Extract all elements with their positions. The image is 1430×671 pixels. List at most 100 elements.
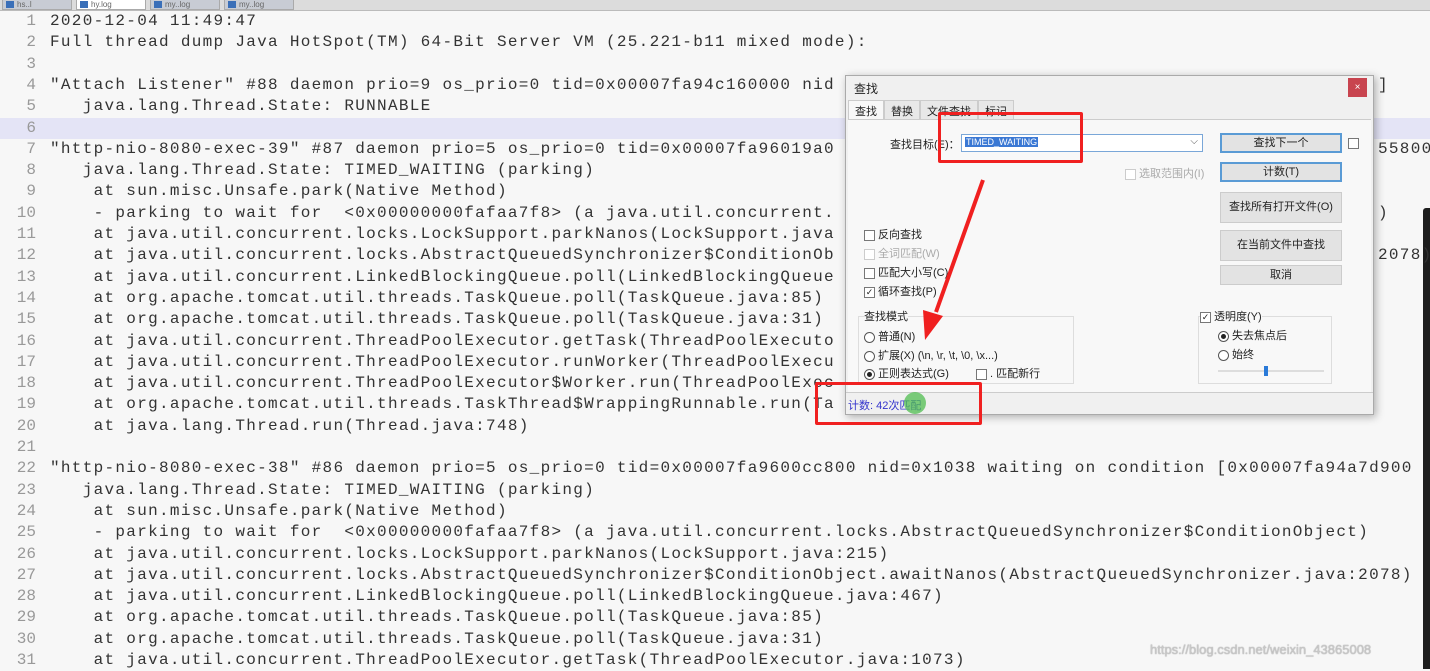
tab-find-in-files[interactable]: 文件查找 [920,100,978,121]
code-line: 3 [0,54,1430,75]
line-text: at java.util.concurrent.locks.AbstractQu… [50,565,1413,584]
line-number: 14 [16,288,36,307]
file-tab[interactable]: hs..l [2,0,72,10]
line-number: 13 [16,267,36,286]
line-number: 18 [16,374,36,393]
line-text: - parking to wait for <0x00000000fafaa7f… [50,203,835,222]
line-text: at java.util.concurrent.ThreadPoolExecut… [50,352,835,371]
line-number: 31 [16,651,36,669]
file-tab[interactable]: my..log [150,0,220,10]
find-label: 查找目标(E)： [890,139,960,151]
find-in-current-file-button[interactable]: 在当前文件中查找 [1220,230,1342,261]
status-bar: 计数: 42次匹配 [846,392,1373,414]
reverse-option[interactable]: 反向查找 [864,226,922,242]
line-number: 8 [26,161,36,180]
code-line: 24 at sun.misc.Unsafe.park(Native Method… [0,501,1430,522]
line-number: 1 [26,12,36,30]
reverse-label: 反向查找 [878,229,922,241]
line-text: at java.util.concurrent.LinkedBlockingQu… [50,587,944,606]
line-text: Full thread dump Java HotSpot(TM) 64-Bit… [50,33,868,52]
line-text: at java.util.concurrent.locks.LockSuppor… [50,225,835,243]
code-line: 29 at org.apache.tomcat.util.threads.Tas… [0,607,1430,628]
mode-regex-label: 正则表达式(G) [878,368,949,380]
whole-word-label: 全词匹配(W) [878,248,940,260]
always-label: 始终 [1232,349,1254,361]
transparency-on-blur[interactable]: 失去焦点后 [1218,327,1287,343]
whole-word-option[interactable]: 全词匹配(W) [864,245,940,261]
watermark: https://blog.csdn.net/weixin_43865008 [1150,642,1372,657]
code-line: 1 2020-12-04 11:49:47 [0,11,1430,32]
close-icon[interactable]: × [1348,78,1367,97]
line-number: 26 [16,544,36,563]
line-number: 30 [16,629,36,648]
find-input[interactable]: TIMED_WAITING ⌵ [961,134,1203,152]
line-number: 11 [16,225,36,243]
line-number: 17 [16,352,36,371]
code-line: 25 - parking to wait for <0x00000000fafa… [0,522,1430,543]
transparency-slider[interactable] [1218,366,1324,376]
line-text-fragment: 2078) [1378,246,1430,265]
tab-mark[interactable]: 标记 [978,100,1014,121]
code-line: 28 at java.util.concurrent.LinkedBlockin… [0,586,1430,607]
chevron-down-icon[interactable]: ⌵ [1190,136,1198,147]
transparency-label: 透明度(Y) [1214,311,1262,323]
transparency-option[interactable]: ✓ 透明度(Y) [1200,308,1262,324]
line-number: 10 [16,203,36,222]
line-number: 20 [16,416,36,435]
match-case-label: 匹配大小写(C) [878,267,949,279]
in-selection-option[interactable]: 选取范围内(I) [1125,165,1204,181]
line-number: 9 [26,182,36,201]
in-selection-label: 选取范围内(I) [1139,168,1205,180]
line-number: 24 [16,501,36,520]
line-text: "http-nio-8080-exec-38" #86 daemon prio=… [50,459,1413,478]
line-text-fragment: 55800 [1378,139,1430,158]
line-text: at java.util.concurrent.ThreadPoolExecut… [50,651,966,669]
overlay-strip [1423,208,1430,669]
line-number: 5 [26,97,36,116]
line-number: 23 [16,480,36,499]
wrap-label: 循环查找(P) [878,286,937,298]
line-number: 22 [16,459,36,478]
code-line: 23 java.lang.Thread.State: TIMED_WAITING… [0,480,1430,501]
file-tab[interactable]: my..log [224,0,294,10]
mode-extended[interactable]: 扩展(X) (\n, \r, \t, \0, \x...) [864,347,998,363]
code-line: 27 at java.util.concurrent.locks.Abstrac… [0,565,1430,586]
line-number: 4 [26,75,36,94]
find-dialog: 查找 × 查找 替换 文件查找 标记 查找目标(E)： TIMED_WAITIN… [845,75,1374,415]
find-all-open-files-button[interactable]: 查找所有打开文件(O) [1220,192,1342,223]
mode-normal[interactable]: 普通(N) [864,328,915,344]
line-text: at sun.misc.Unsafe.park(Native Method) [50,501,508,520]
line-text: at org.apache.tomcat.util.threads.TaskQu… [50,288,825,307]
tab-find[interactable]: 查找 [848,100,884,121]
line-text: java.lang.Thread.State: TIMED_WAITING (p… [50,480,596,499]
cancel-button[interactable]: 取消 [1220,265,1342,285]
search-mode-title: 查找模式 [864,308,908,324]
line-text: at org.apache.tomcat.util.threads.TaskQu… [50,629,825,648]
line-number: 19 [16,395,36,414]
dot-newline-option[interactable]: . 匹配新行 [976,365,1040,381]
code-line: 20 at java.lang.Thread.run(Thread.java:7… [0,416,1430,437]
find-value: TIMED_WAITING [965,137,1039,147]
find-next-checkbox[interactable] [1348,138,1359,149]
wrap-option[interactable]: ✓ 循环查找(P) [864,283,937,299]
line-number: 3 [26,54,36,73]
tab-replace[interactable]: 替换 [884,100,920,121]
line-text: at java.util.concurrent.ThreadPoolExecut… [50,374,835,393]
line-text: at java.util.concurrent.LinkedBlockingQu… [50,267,835,286]
file-tab[interactable]: hy.log [76,0,146,10]
on-blur-label: 失去焦点后 [1232,330,1287,342]
count-button[interactable]: 计数(T) [1220,162,1342,182]
line-text: at java.util.concurrent.ThreadPoolExecut… [50,331,835,350]
match-count: 计数: 42次匹配 [848,400,922,412]
code-line: 22 "http-nio-8080-exec-38" #86 daemon pri… [0,458,1430,479]
code-line: 2 Full thread dump Java HotSpot(TM) 64-Bi… [0,32,1430,53]
slider-thumb[interactable] [1263,366,1268,376]
mode-regex[interactable]: 正则表达式(G) [864,365,949,381]
transparency-always[interactable]: 始终 [1218,346,1254,362]
code-line: 21 [0,437,1430,458]
line-number: 21 [16,438,36,456]
dialog-title: 查找 [854,82,879,96]
line-text: at org.apache.tomcat.util.threads.TaskTh… [50,395,835,414]
find-next-button[interactable]: 查找下一个 [1220,133,1342,153]
match-case-option[interactable]: 匹配大小写(C) [864,264,948,280]
